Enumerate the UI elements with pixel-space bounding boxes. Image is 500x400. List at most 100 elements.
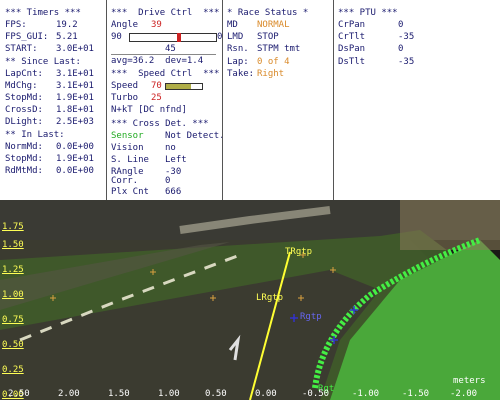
since-last-header: ** Since Last:: [5, 57, 81, 67]
camera-image: [0, 200, 500, 400]
camera-overlay-view: TRgtp LRgtp Rgtp Rgt 1.75 1.50 1.25 1.00…: [0, 200, 500, 400]
y-tick: 1.25: [2, 265, 24, 275]
speed-bar: [165, 83, 203, 90]
x-tick: 0.50: [205, 389, 227, 399]
crtlt-label: CrTlt: [338, 32, 366, 42]
ptu-header: *** PTU ***: [338, 8, 398, 18]
center-label: LRgtp: [256, 293, 284, 303]
mdchg-label: MdChg:: [5, 81, 38, 91]
lapcnt-label: LapCnt:: [5, 69, 43, 79]
x-tick: 1.00: [158, 389, 180, 399]
vision-value: no: [165, 143, 176, 153]
sensor-value: Not Detect.: [165, 131, 225, 141]
vision-label: Vision: [111, 143, 144, 153]
start-value: 3.0E+01: [56, 44, 94, 54]
drive-ctrl-panel: *** Drive Ctrl *** Angle 39 90 0 45 avg=…: [107, 0, 225, 200]
stats-divider: [111, 54, 216, 55]
plxcnt-value: 666: [165, 187, 182, 197]
drive-ctrl-header: *** Drive Ctrl ***: [111, 8, 220, 18]
x-tick: 2.50: [8, 389, 30, 399]
angle-slider-knob[interactable]: [176, 33, 181, 42]
speed-ctrl-header: *** Speed Ctrl ***: [111, 69, 220, 79]
crpan-label: CrPan: [338, 20, 366, 30]
lmd-value: STOP: [257, 32, 279, 42]
y-tick: 0.25: [2, 365, 24, 375]
units-label: meters: [453, 376, 486, 386]
timers-panel: *** Timers *** FPS: 19.2 FPS_GUI: 5.21 S…: [0, 0, 106, 200]
crtlt-value: -35: [398, 32, 415, 42]
fps-value: 19.2: [56, 20, 78, 30]
rsn-label: Rsn.: [227, 44, 249, 54]
speed-value: 70: [151, 81, 162, 91]
angle-label: Angle: [111, 20, 139, 30]
rsn-value: STPM tmt: [257, 44, 301, 54]
speed-bar-fill: [166, 84, 192, 89]
timers-header: *** Timers ***: [5, 8, 81, 18]
dstlt-value: -35: [398, 57, 415, 67]
normmd-value: 0.0E+00: [56, 142, 94, 152]
normmd-label: NormMd:: [5, 142, 43, 152]
dspan-label: DsPan: [338, 44, 366, 54]
fps-gui-label: FPS_GUI:: [5, 32, 49, 42]
slider-mid: 45: [165, 44, 176, 54]
x-tick: -2.00: [450, 389, 478, 399]
rdmtmd-label: RdMtMd:: [5, 166, 43, 176]
angle-slider[interactable]: [129, 33, 217, 42]
stopmd-label: StopMd:: [5, 93, 43, 103]
y-tick: 1.00: [2, 290, 24, 300]
speed-label: Speed: [111, 81, 139, 91]
slider-min: 90: [111, 32, 122, 42]
nkt-status: N+kT [DC nfnd]: [111, 105, 187, 115]
turbo-label: Turbo: [111, 93, 139, 103]
x-tick: 2.00: [58, 389, 80, 399]
in-last-header: ** In Last:: [5, 130, 65, 140]
angle-value: 39: [151, 20, 162, 30]
angle-stats: avg=36.2 dev=1.4: [111, 56, 204, 66]
mdchg-value: 3.1E+01: [56, 81, 94, 91]
turbo-value: 25: [151, 93, 162, 103]
marker-label: Rgtp: [300, 312, 322, 322]
stopmd-value: 1.9E+01: [56, 93, 94, 103]
fps-gui-value: 5.21: [56, 32, 78, 42]
in-stopmd-label: StopMd:: [5, 154, 43, 164]
dlight-label: DLight:: [5, 117, 43, 127]
crossd-label: CrossD:: [5, 105, 43, 115]
corr-value: 0: [165, 176, 171, 186]
in-stopmd-value: 1.9E+01: [56, 154, 94, 164]
dspan-value: 0: [398, 44, 404, 54]
race-status-header: * Race Status *: [227, 8, 309, 18]
x-tick: -1.50: [402, 389, 430, 399]
start-label: START:: [5, 44, 38, 54]
md-value: NORMAL: [257, 20, 290, 30]
cross-det-header: *** Cross Det. ***: [111, 119, 209, 129]
target-label: TRgtp: [285, 247, 313, 257]
crpan-value: 0: [398, 20, 404, 30]
sline-label: S. Line: [111, 155, 149, 165]
fps-label: FPS:: [5, 20, 27, 30]
md-label: MD: [227, 20, 238, 30]
crossd-value: 1.8E+01: [56, 105, 94, 115]
sensor-label: Sensor: [111, 131, 144, 141]
lapcnt-value: 3.1E+01: [56, 69, 94, 79]
dlight-value: 2.5E+03: [56, 117, 94, 127]
sline-value: Left: [165, 155, 187, 165]
lap-label: Lap:: [227, 57, 249, 67]
dstlt-label: DsTlt: [338, 57, 366, 67]
plxcnt-label: Plx Cnt: [111, 187, 149, 197]
rdmtmd-value: 0.0E+00: [56, 166, 94, 176]
x-tick: 1.50: [108, 389, 130, 399]
x-tick: 0.00: [255, 389, 277, 399]
take-label: Take:: [227, 69, 255, 79]
y-tick: 0.75: [2, 315, 24, 325]
take-value: Right: [257, 69, 285, 79]
y-tick: 1.75: [2, 222, 24, 232]
lap-value: 0 of 4: [257, 57, 290, 67]
x-tick: -0.50: [302, 389, 330, 399]
ptu-panel: *** PTU *** CrPan 0 CrTlt -35 DsPan 0 Ds…: [334, 0, 500, 200]
y-tick: 0.50: [2, 340, 24, 350]
corr-label: Corr.: [111, 176, 139, 186]
lmd-label: LMD: [227, 32, 244, 42]
x-tick: -1.00: [352, 389, 380, 399]
y-tick: 1.50: [2, 240, 24, 250]
race-status-panel: * Race Status * MD NORMAL LMD STOP Rsn. …: [223, 0, 333, 200]
